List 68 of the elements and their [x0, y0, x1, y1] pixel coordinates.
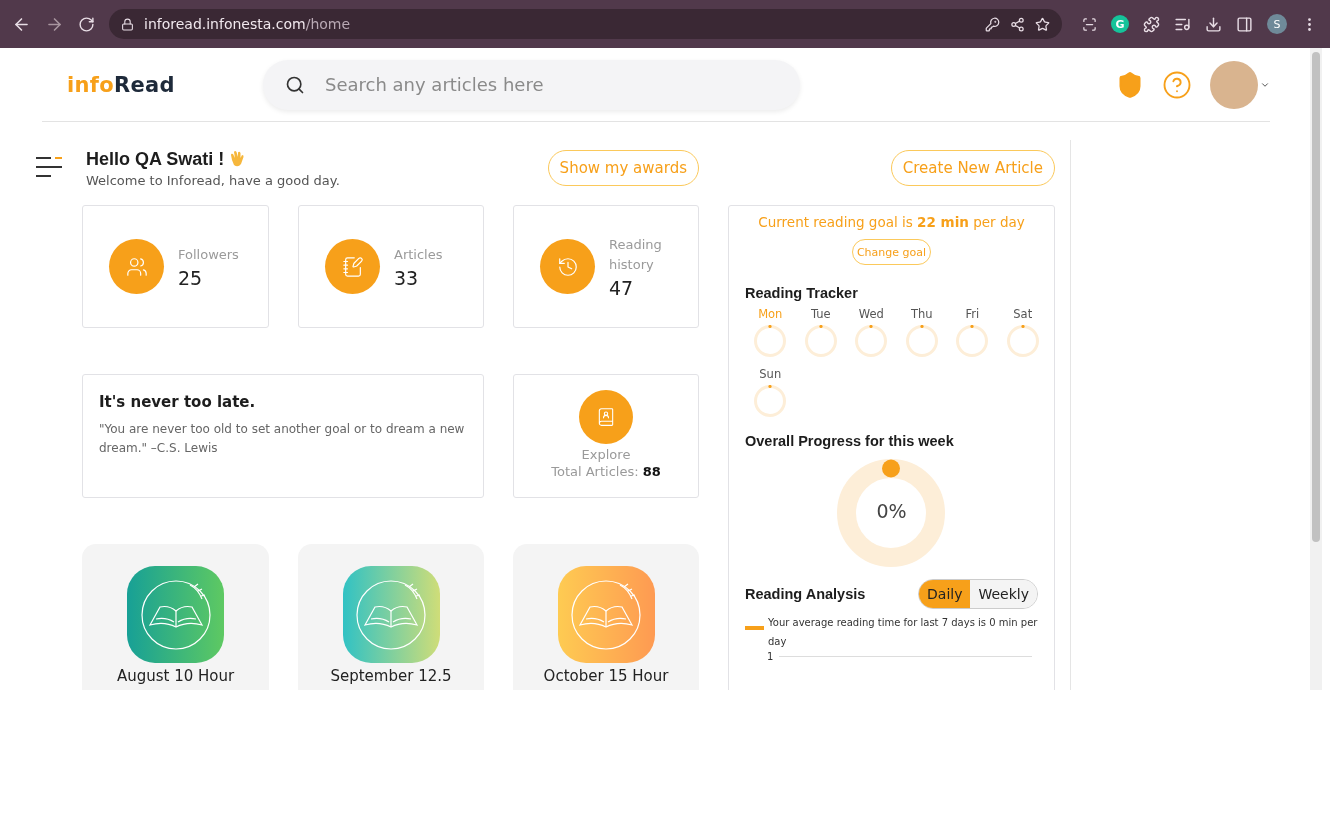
day-label[interactable]: Thu — [910, 307, 933, 321]
progress-ring — [905, 325, 938, 357]
scrollbar[interactable] — [1310, 48, 1322, 690]
users-icon — [125, 255, 148, 278]
greeting-subtitle: Welcome to Inforead, have a good day. — [86, 172, 341, 188]
share-icon[interactable] — [1010, 16, 1025, 32]
quote-title: It's never too late. — [99, 393, 257, 411]
stat-card[interactable]: Reading history 47 — [513, 205, 699, 328]
stat-card[interactable]: Articles 33 — [298, 205, 484, 328]
notebook-icon — [341, 255, 364, 278]
scan-icon[interactable] — [1082, 16, 1097, 32]
download-icon[interactable] — [1205, 15, 1222, 33]
progress-ring — [804, 325, 837, 357]
url-path: /home — [305, 16, 351, 32]
progress-ring — [754, 325, 787, 357]
award-label: August 10 Hour — [116, 667, 235, 685]
stat-label: Followers — [178, 245, 240, 264]
reload-icon[interactable] — [78, 15, 95, 33]
greeting-title: Hello QA Swati ! — [86, 148, 225, 170]
progress-reading: 0% — [875, 500, 908, 522]
award-card[interactable]: August 10 Hour — [82, 544, 269, 690]
day-label[interactable]: Sat — [1013, 307, 1033, 321]
day-label[interactable]: Fri — [965, 307, 980, 321]
axis-tick: 1 — [767, 651, 774, 662]
quote-text: "You are never too old to set another goal or to dream a new dream." –C.S. Lewis — [99, 421, 466, 457]
stat-card[interactable]: Followers 25 — [82, 205, 269, 328]
stat-value: 33 — [394, 266, 420, 289]
section-title: Reading Analysis — [745, 586, 866, 602]
side-panel-icon[interactable] — [1236, 15, 1253, 33]
goal-text: Current reading goal is 22 min per day — [757, 214, 1026, 230]
stat-label: Articles — [394, 245, 444, 264]
progress-ring — [754, 385, 787, 417]
award-label: September 12.5 — [330, 667, 452, 685]
stat-value: 25 — [178, 266, 204, 289]
search-bar[interactable]: Search any articles here — [263, 59, 800, 110]
address-bar[interactable]: inforead.infonesta.com/home — [109, 9, 1062, 39]
explore-card[interactable]: Explore Total Articles: 88 — [513, 374, 699, 498]
explore-label: Explore — [581, 447, 631, 462]
search-input[interactable]: Search any articles here — [323, 73, 778, 96]
period-tab[interactable]: Weekly — [970, 580, 1037, 608]
legend-text: Your average reading time for last 7 days is 0 min per day — [768, 616, 1038, 649]
award-card[interactable]: October 15 Hour — [513, 544, 699, 690]
puzzle-icon[interactable] — [1143, 15, 1160, 33]
award-label: October 15 Hour — [543, 667, 669, 685]
star-icon[interactable] — [1035, 16, 1050, 32]
total-articles: Total Articles: 88 — [551, 464, 661, 479]
progress-ring — [855, 325, 888, 357]
logo[interactable]: infoRead — [42, 72, 263, 97]
award-card[interactable]: September 12.5 — [298, 544, 484, 690]
section-title: Reading Tracker — [745, 285, 859, 301]
lock-icon — [121, 17, 134, 31]
day-label[interactable]: Sun — [759, 367, 782, 381]
profile-avatar[interactable]: S — [1267, 14, 1287, 34]
stat-value: 47 — [609, 276, 635, 299]
day-label[interactable]: Wed — [858, 307, 884, 321]
section-title: Overall Progress for this week — [745, 433, 955, 449]
menu-icon[interactable] — [35, 156, 63, 178]
legend-swatch — [745, 626, 764, 630]
day-label[interactable]: Tue — [810, 307, 831, 321]
url-host: inforead.infonesta.com — [144, 16, 306, 32]
history-icon — [556, 255, 579, 278]
progress-ring — [956, 325, 989, 357]
book-user-icon — [596, 407, 616, 427]
progress-ring — [1006, 325, 1039, 357]
period-tab[interactable]: Daily — [919, 580, 971, 608]
search-icon — [285, 74, 305, 95]
stat-label: Reading history — [609, 235, 663, 274]
key-icon[interactable] — [985, 16, 1000, 32]
